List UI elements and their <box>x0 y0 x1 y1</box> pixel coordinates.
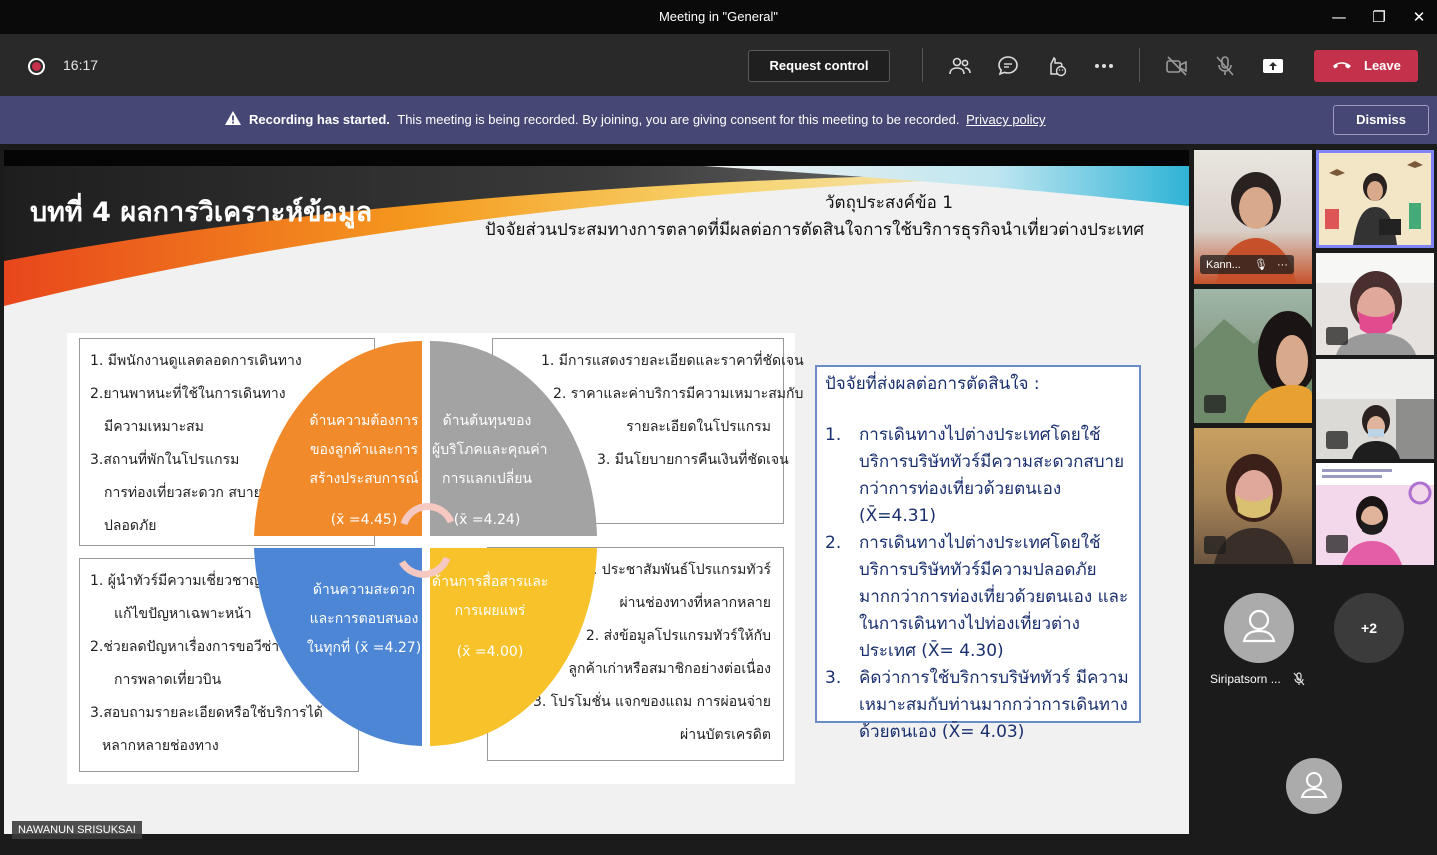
self-avatar[interactable] <box>1286 758 1342 814</box>
quadrant-orange-label: ด้านความต้องการ ของลูกค้าและการ สร้างประ… <box>304 407 424 535</box>
quadrant-text: ของลูกค้าและการ <box>309 442 419 458</box>
share-screen-icon[interactable] <box>1261 54 1285 78</box>
quadrant-text: ด้านความต้องการ <box>309 413 419 429</box>
quadrant-text: สร้างประสบการณ์ <box>309 471 419 487</box>
meeting-timer: 16:17 <box>63 57 99 73</box>
quadrant-text: ด้านต้นทุนของ <box>442 413 532 429</box>
presentation-slide: บทที่ 4 ผลการวิเคราะห์ข้อมูล วัตถุประสงค… <box>4 166 1189 834</box>
user-avatar-icon <box>1242 609 1276 643</box>
people-icon[interactable] <box>948 54 972 78</box>
toolbar-divider <box>922 48 923 82</box>
user-avatar-icon <box>1300 772 1328 798</box>
quadrant-text: ผู้บริโภคและคุณค่า <box>432 442 548 458</box>
hang-up-icon <box>1333 62 1351 69</box>
recording-message: Recording has started. This meeting is b… <box>249 112 1046 127</box>
participant-tile[interactable]: Kann... 🎙 ··· <box>1194 150 1312 284</box>
toolbar-divider <box>1139 48 1140 82</box>
quadrant-text: และการตอบสนอง <box>309 611 419 627</box>
dismiss-button[interactable]: Dismiss <box>1333 105 1429 135</box>
mic-off-icon <box>1326 327 1348 345</box>
factor-number: 3. <box>825 668 842 688</box>
quadrant-text: ด้านความสะดวก <box>312 582 416 598</box>
quadrant-text: การแลกเปลี่ยน <box>442 471 532 487</box>
factor-item: 1. การเดินทางไปต่างประเทศโดยใช้บริการบริ… <box>825 422 1131 530</box>
mic-off-icon <box>1326 535 1348 553</box>
participant-name: Kann... <box>1206 259 1241 271</box>
participant-name: Siripatsorn ... <box>1210 672 1281 686</box>
participant-tile[interactable] <box>1194 289 1312 423</box>
participant-video <box>1319 153 1431 245</box>
quadrant-score: (x̄ =4.00) <box>456 644 524 660</box>
quadrant-text: ในทุกที่ (x̄ =4.27) <box>306 640 422 656</box>
quadrant-text: ด้านการสื่อสารและ <box>432 574 549 590</box>
recording-title: Recording has started. <box>249 112 390 127</box>
participant-label: Kann... 🎙 ··· <box>1200 255 1294 274</box>
camera-off-icon[interactable] <box>1165 54 1189 78</box>
factor-number: 1. <box>825 425 842 445</box>
objective-label: วัตถุประสงค์ข้อ 1 <box>824 193 954 213</box>
mic-off-icon[interactable] <box>1213 54 1237 78</box>
quadrant-text: การเผยแพร่ <box>454 603 526 619</box>
factors-heading: ปัจจัยที่ส่งผลต่อการตัดสินใจ : <box>825 374 1040 394</box>
recording-banner: Recording has started. This meeting is b… <box>0 96 1437 144</box>
tile-more-icon[interactable]: ··· <box>1277 259 1288 271</box>
leave-label: Leave <box>1364 58 1401 73</box>
more-participants-button[interactable]: +2 <box>1334 593 1404 663</box>
more-options-icon[interactable] <box>1092 54 1116 78</box>
privacy-policy-link[interactable]: Privacy policy <box>966 112 1045 127</box>
slide-heading: วัตถุประสงค์ข้อ 1 ปัจจัยส่วนประสมทางการต… <box>444 190 1144 244</box>
minimize-button[interactable]: — <box>1326 6 1352 28</box>
factor-text: การเดินทางไปต่างประเทศโดยใช้บริการบริษัท… <box>859 425 1125 526</box>
factor-item: 3. คิดว่าการใช้บริการบริษัททัวร์ มีความเ… <box>825 665 1131 746</box>
meeting-toolbar: 16:17 Request control Leave <box>0 34 1437 96</box>
factor-text: การเดินทางไปต่างประเทศโดยใช้บริการบริษัท… <box>859 533 1129 661</box>
close-button[interactable]: ✕ <box>1406 6 1432 28</box>
presenter-name-tag: NAWANUN SRISUKSAI <box>12 821 142 839</box>
leave-button[interactable]: Leave <box>1314 50 1418 82</box>
chat-icon[interactable] <box>996 54 1020 78</box>
quadrant-gray-label: ด้านต้นทุนของ ผู้บริโภคและคุณค่า การแลกเ… <box>432 407 548 535</box>
maximize-button[interactable]: ❐ <box>1366 6 1392 28</box>
participant-tile[interactable] <box>1194 428 1312 564</box>
objective-subtitle: ปัจจัยส่วนประสมทางการตลาดที่มีผลต่อการตั… <box>484 220 1144 240</box>
request-control-button[interactable]: Request control <box>748 50 890 82</box>
reactions-icon[interactable] <box>1044 54 1068 78</box>
quadrant-yellow-label: ด้านการสื่อสารและ การเผยแพร่ (x̄ =4.00) <box>432 568 548 667</box>
mic-off-icon: 🎙 <box>1253 259 1268 271</box>
slide-title: บทที่ 4 ผลการวิเคราะห์ข้อมูล <box>30 197 373 228</box>
window-titlebar: Meeting in "General" — ❐ ✕ <box>0 0 1437 34</box>
recording-text: This meeting is being recorded. By joini… <box>397 112 960 127</box>
participant-tile[interactable] <box>1316 253 1434 355</box>
warning-icon <box>225 111 241 125</box>
mic-off-icon <box>1326 431 1348 449</box>
recording-indicator-icon <box>28 58 45 75</box>
quadrant-score: (x̄ =4.24) <box>453 512 521 528</box>
factor-number: 2. <box>825 533 842 553</box>
mic-off-icon <box>1204 536 1226 554</box>
quadrant-circle <box>254 341 597 746</box>
mic-off-icon <box>1293 672 1305 686</box>
participant-tile[interactable] <box>1316 463 1434 565</box>
window-title: Meeting in "General" <box>658 9 779 24</box>
participant-tile-active[interactable] <box>1316 150 1434 248</box>
quadrant-score: (x̄ =4.45) <box>330 512 398 528</box>
factor-item: 2. การเดินทางไปต่างประเทศโดยใช้บริการบริ… <box>825 530 1131 665</box>
participant-avatar[interactable] <box>1224 593 1294 663</box>
participant-tile[interactable] <box>1316 359 1434 459</box>
decision-factors-box: ปัจจัยที่ส่งผลต่อการตัดสินใจ : 1. การเดิ… <box>815 365 1141 742</box>
mic-off-icon <box>1204 395 1226 413</box>
factor-text: คิดว่าการใช้บริการบริษัททัวร์ มีความเหมา… <box>859 668 1129 742</box>
quadrant-blue-label: ด้านความสะดวก และการตอบสนอง ในทุกที่ (x̄… <box>304 576 424 663</box>
